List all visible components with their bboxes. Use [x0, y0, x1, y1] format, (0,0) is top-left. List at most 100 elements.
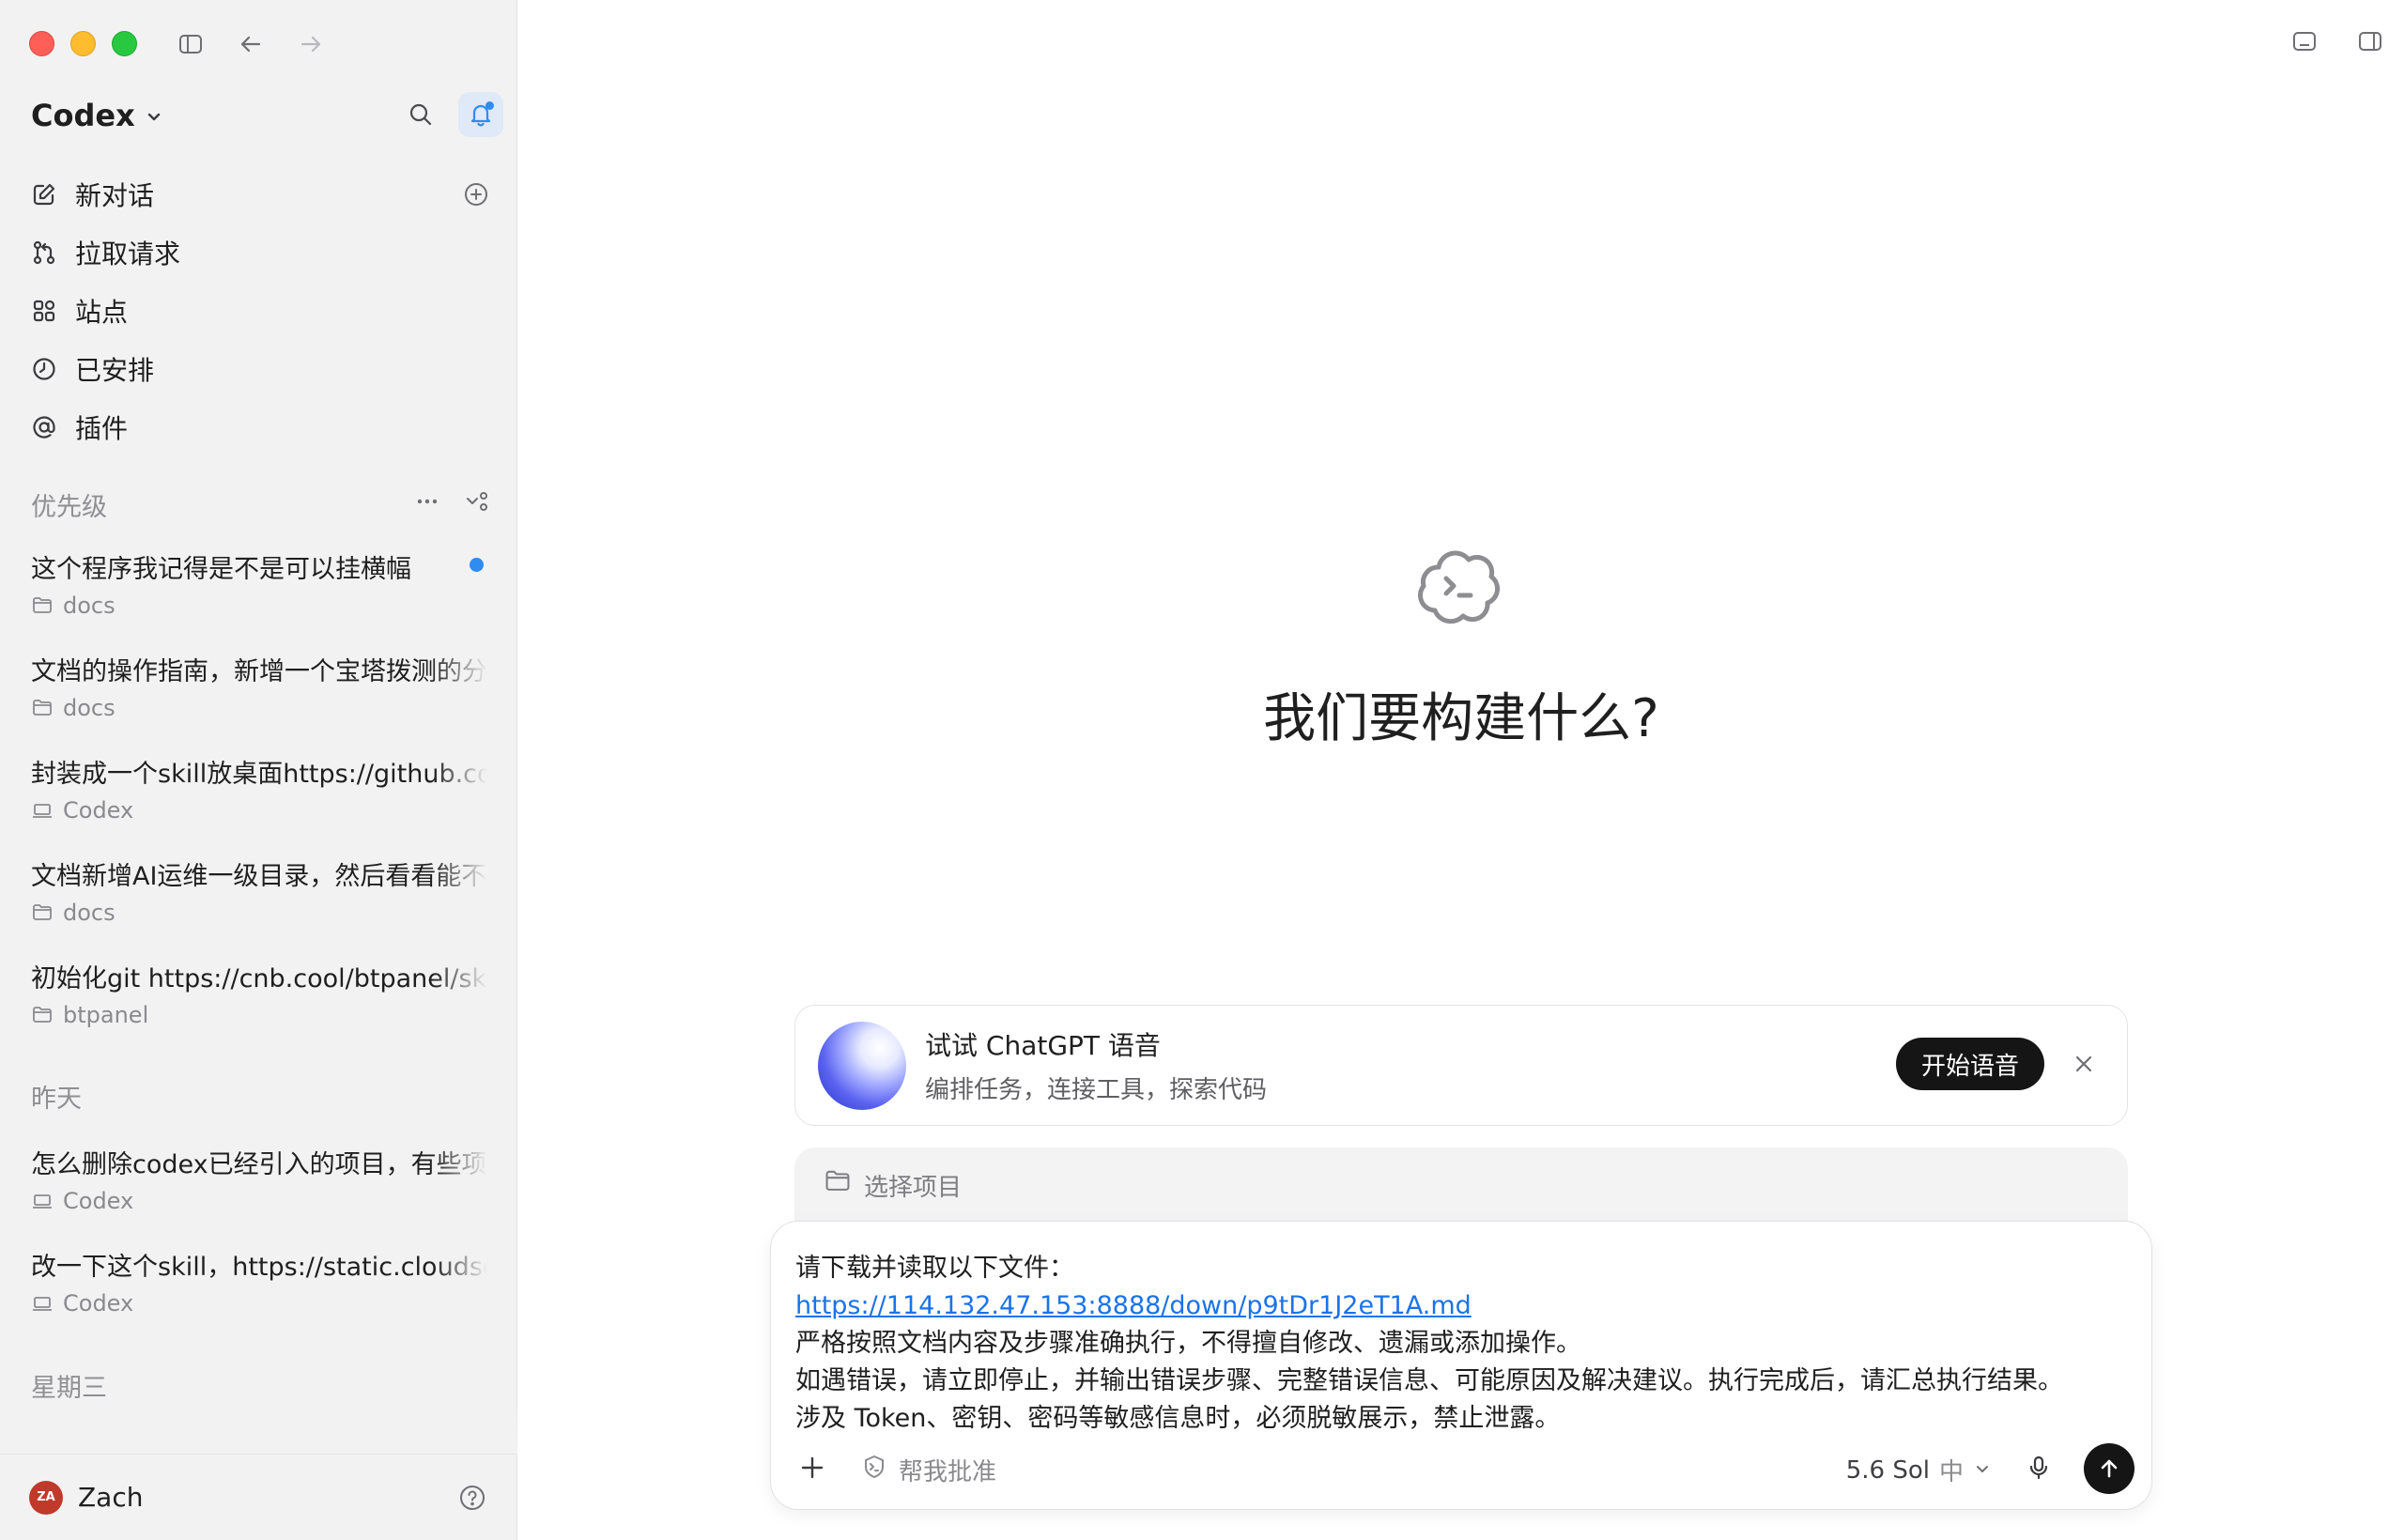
- section-tools: [414, 488, 491, 521]
- approval-mode-button[interactable]: 帮我批准: [861, 1453, 996, 1487]
- unread-dot: [470, 558, 484, 572]
- section-priority-header: 优先级: [31, 486, 491, 523]
- add-circle-icon[interactable]: [462, 180, 490, 208]
- folder-icon: [31, 901, 54, 924]
- project-name: btpanel: [63, 1002, 149, 1028]
- model-selector[interactable]: 5.6 Sol 中: [1846, 1453, 1992, 1487]
- nav-label: 站点: [75, 297, 129, 328]
- traffic-lights: [29, 31, 137, 56]
- send-button[interactable]: [2084, 1443, 2134, 1494]
- back-arrow-icon[interactable]: [235, 28, 267, 60]
- approval-label: 帮我批准: [899, 1458, 997, 1486]
- search-icon[interactable]: [398, 92, 443, 137]
- model-name: 5.6 Sol: [1845, 1455, 1930, 1485]
- project-picker[interactable]: 选择项目: [794, 1147, 2128, 1232]
- terminal-panel-icon[interactable]: [2289, 26, 2319, 56]
- composer[interactable]: 请下载并读取以下文件： https://114.132.47.153:8888/…: [770, 1221, 2152, 1510]
- grid-icon: [30, 297, 58, 325]
- voice-promo-card: 试试 ChatGPT 语音 编排任务，连接工具，探索代码 开始语音: [794, 1005, 2128, 1126]
- zoom-window-button[interactable]: [112, 31, 137, 56]
- close-icon[interactable]: [2069, 1049, 2099, 1079]
- project-name: Codex: [63, 1290, 134, 1317]
- voice-orb-icon: [818, 1021, 906, 1110]
- user-name: Zach: [78, 1482, 144, 1513]
- reasoning-effort: 中: [1938, 1458, 1964, 1486]
- promo-text: 试试 ChatGPT 语音 编排任务，连接工具，探索代码: [925, 1025, 1267, 1105]
- main-panel: 我们要构建什么? 试试 ChatGPT 语音 编排任务，连接工具，探索代码 开始…: [518, 0, 2404, 1540]
- sidebar: Codex 新对话 拉取请求 站点 已安排 插件 优先级 这个程序我记得是不是可…: [0, 0, 517, 1540]
- filter-sort-icon[interactable]: [465, 488, 491, 521]
- nav-new-chat[interactable]: 新对话: [30, 165, 490, 223]
- close-window-button[interactable]: [29, 31, 54, 56]
- primary-nav: 新对话 拉取请求 站点 已安排 插件: [30, 165, 490, 456]
- project-name: docs: [63, 695, 116, 721]
- pull-request-icon: [30, 239, 58, 267]
- thread-title: 怎么删除codex已经引入的项目，有些项: [31, 1150, 487, 1179]
- chevron-down-icon: [145, 98, 163, 133]
- attach-plus-icon[interactable]: [795, 1451, 829, 1485]
- thread-item[interactable]: 封装成一个skill放桌面https://github.com Codex: [31, 753, 491, 824]
- thread-item[interactable]: 改一下这个skill，https://static.cloudse Codex: [31, 1246, 491, 1317]
- composer-input[interactable]: 请下载并读取以下文件： https://114.132.47.153:8888/…: [795, 1250, 2129, 1438]
- minimize-window-button[interactable]: [70, 31, 96, 56]
- right-panel-icon[interactable]: [2355, 26, 2385, 56]
- thread-project: docs: [31, 695, 491, 721]
- thread-title: 初始化git https://cnb.cool/btpanel/skill: [31, 964, 487, 993]
- nav-sites[interactable]: 站点: [30, 282, 490, 340]
- nav-label: 插件: [75, 413, 129, 444]
- folder-icon: [31, 1004, 54, 1026]
- workspace-switcher[interactable]: Codex: [31, 98, 163, 133]
- sidebar-tools: [398, 92, 503, 137]
- project-picker-label: 选择项目: [864, 1174, 963, 1202]
- thread-title: 封装成一个skill放桌面https://github.com: [31, 760, 487, 789]
- section-yesterday-header: 昨天: [31, 1078, 491, 1115]
- section-label: 昨天: [31, 1085, 82, 1114]
- composer-link[interactable]: https://114.132.47.153:8888/down/p9tDr1J…: [795, 1287, 2129, 1325]
- nav-label: 已安排: [75, 355, 155, 386]
- forward-arrow-icon[interactable]: [295, 28, 327, 60]
- nav-plugins[interactable]: 插件: [30, 398, 490, 456]
- thread-title: 文档的操作指南，新增一个宝塔拨测的分: [31, 657, 487, 686]
- section-wednesday-header: 星期三: [31, 1367, 491, 1404]
- nav-scheduled[interactable]: 已安排: [30, 340, 490, 398]
- avatar[interactable]: ZA: [29, 1480, 63, 1515]
- thread-project: docs: [31, 593, 491, 619]
- composer-toolbar: 帮我批准 5.6 Sol 中: [771, 1434, 2151, 1509]
- thread-item[interactable]: 怎么删除codex已经引入的项目，有些项 Codex: [31, 1144, 491, 1214]
- codex-cloud-terminal-icon: [1410, 539, 1504, 633]
- toggle-sidebar-icon[interactable]: [175, 28, 207, 60]
- project-name: docs: [63, 593, 116, 619]
- thread-title: 改一下这个skill，https://static.cloudse: [31, 1253, 487, 1282]
- section-label: 优先级: [31, 493, 107, 522]
- chevron-down-icon: [1973, 1456, 1992, 1485]
- codex-app-window: Codex 新对话 拉取请求 站点 已安排 插件 优先级 这个程序我记得是不是可…: [0, 0, 2404, 1540]
- thread-item[interactable]: 文档新增AI运维一级目录，然后看看能不 docs: [31, 855, 491, 926]
- laptop-icon: [31, 1190, 54, 1212]
- shield-terminal-icon: [861, 1454, 887, 1486]
- nav-label: 新对话: [75, 180, 155, 211]
- brand-name: Codex: [31, 98, 135, 133]
- folder-icon: [31, 594, 54, 617]
- thread-project: Codex: [31, 1188, 491, 1214]
- help-icon[interactable]: [457, 1483, 487, 1513]
- arrow-up-icon: [2101, 1459, 2118, 1478]
- thread-item[interactable]: 初始化git https://cnb.cool/btpanel/skill bt…: [31, 958, 491, 1028]
- folder-icon: [31, 697, 54, 719]
- window-toolbar: [175, 28, 327, 60]
- start-voice-button[interactable]: 开始语音: [1895, 1038, 2044, 1090]
- thread-title: 文档新增AI运维一级目录，然后看看能不: [31, 862, 487, 891]
- composer-line: 请下载并读取以下文件：: [795, 1254, 1074, 1283]
- thread-project: Codex: [31, 1290, 491, 1317]
- thread-item[interactable]: 文档的操作指南，新增一个宝塔拨测的分 docs: [31, 651, 491, 721]
- section-label: 星期三: [31, 1374, 107, 1403]
- user-bar[interactable]: ZA Zach: [0, 1454, 517, 1540]
- composer-line: 严格按照文档内容及步骤准确执行，不得擅自修改、遗漏或添加操作。: [795, 1329, 1581, 1358]
- notification-dot: [485, 101, 494, 110]
- nav-pull-requests[interactable]: 拉取请求: [30, 223, 490, 282]
- scroll-fade: [0, 1409, 517, 1454]
- microphone-icon[interactable]: [2022, 1451, 2056, 1485]
- notifications-bell-icon[interactable]: [458, 92, 503, 137]
- thread-item[interactable]: 这个程序我记得是不是可以挂横幅 docs: [31, 548, 491, 619]
- more-icon[interactable]: [414, 488, 440, 521]
- laptop-icon: [31, 1292, 54, 1315]
